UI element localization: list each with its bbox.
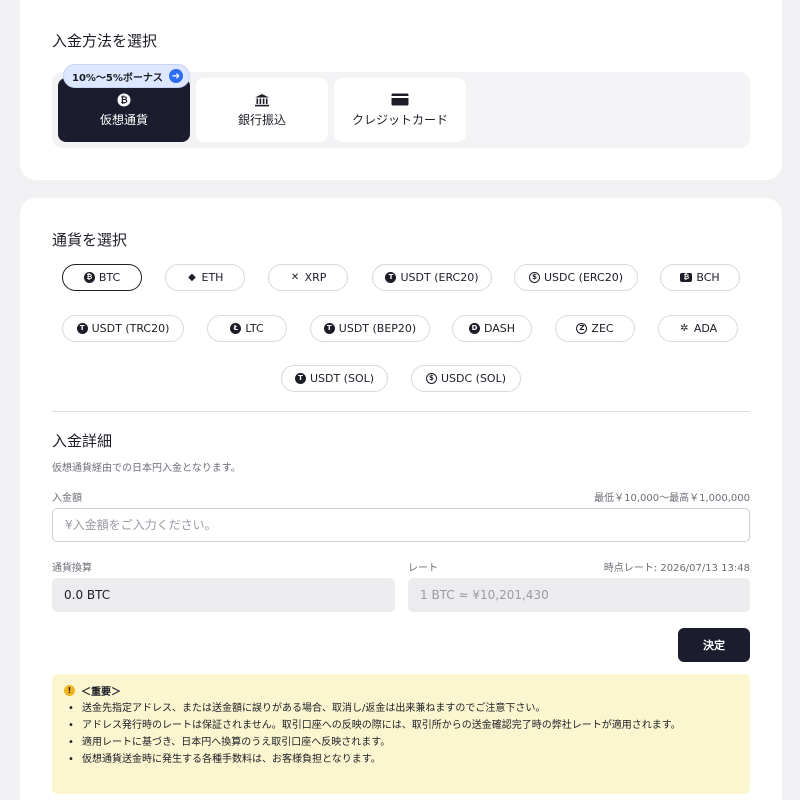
conversion-label: 通貨換算 (52, 563, 92, 574)
btc-icon: ₿ (83, 272, 95, 283)
eth-icon: ◆ (188, 271, 196, 283)
chip-label: USDT (ERC20) (400, 271, 479, 284)
arrow-right-icon: ➜ (168, 69, 183, 83)
details-title: 入金詳細 (52, 432, 113, 450)
currency-chip-ltc[interactable]: Ł LTC (207, 315, 287, 342)
method-bank-label: 銀行振込 (237, 112, 286, 127)
notice-item: 送金先指定アドレス、または送金額に誤りがある場合、取消し/返金は出来兼ねますので… (64, 701, 738, 717)
notice-list: 送金先指定アドレス、または送金額に誤りがある場合、取消し/返金は出来兼ねますので… (64, 701, 738, 768)
svg-text:₿: ₿ (120, 95, 127, 106)
chip-label: DASH (483, 322, 516, 335)
tether-icon: T (385, 272, 397, 283)
currency-chip-xrp[interactable]: ✕ XRP (268, 264, 348, 291)
notice-item: 仮想通貨送金時に発生する各種手数料は、お客様負担となります。 (64, 752, 738, 768)
amount-input[interactable] (52, 508, 750, 542)
usdc-icon: $ (425, 373, 437, 384)
currency-chip-usdt-trc20[interactable]: T USDT (TRC20) (62, 315, 184, 342)
credit-card-icon (391, 93, 409, 107)
important-notice: ! ＜重要＞ 送金先指定アドレス、または送金額に誤りがある場合、取消し/返金は出… (52, 674, 750, 794)
submit-button[interactable]: 決定 (678, 628, 750, 662)
currency-section-title: 通貨を選択 (52, 231, 128, 249)
section-divider (52, 411, 750, 412)
tether-icon: T (294, 373, 306, 384)
chip-label: USDC (SOL) (440, 372, 507, 385)
amount-label: 入金額 (52, 493, 82, 504)
notice-title: ＜重要＞ (81, 687, 121, 698)
notice-item: 適用レートに基づき、日本円へ換算のうえ取引口座へ反映されます。 (64, 735, 738, 751)
currency-chip-usdt-erc20[interactable]: T USDT (ERC20) (372, 264, 492, 291)
bank-icon (254, 93, 270, 107)
chip-label: ADA (693, 322, 718, 335)
chip-label: BCH (696, 271, 720, 284)
bch-icon: ₿ (680, 273, 693, 282)
method-card-label: クレジットカード (351, 112, 448, 127)
usdc-icon: $ (529, 272, 540, 283)
currency-chip-zec[interactable]: Z ZEC (555, 315, 635, 342)
chip-label: LTC (245, 322, 264, 335)
chip-label: XRP (304, 271, 327, 284)
currency-chip-usdc-erc20[interactable]: $ USDC (ERC20) (514, 264, 638, 291)
conversion-value: 0.0 BTC (52, 578, 395, 612)
currency-chip-eth[interactable]: ◆ ETH (165, 264, 245, 291)
details-description: 仮想通貨経由での日本円入金となります。 (52, 463, 241, 474)
tether-icon: T (76, 323, 88, 334)
conversion-value-text: 0.0 BTC (64, 588, 111, 602)
chip-label: USDT (BEP20) (338, 322, 417, 335)
rate-label: レート (408, 563, 438, 574)
method-credit-card[interactable]: クレジットカード (334, 78, 466, 142)
currency-chip-usdc-sol[interactable]: $ USDC (SOL) (411, 365, 521, 392)
method-crypto-label: 仮想通貨 (99, 112, 148, 127)
dash-icon: D (468, 323, 480, 334)
bonus-badge-label: 10%〜5%ボーナス (72, 72, 163, 84)
amount-limits: 最低￥10,000〜最高￥1,000,000 (594, 493, 750, 504)
notice-header: ! ＜重要＞ (64, 683, 738, 698)
warning-icon: ! (64, 685, 75, 696)
xrp-icon: ✕ (290, 271, 300, 283)
currency-chip-dash[interactable]: D DASH (452, 315, 532, 342)
chip-label: USDT (SOL) (309, 372, 375, 385)
bonus-badge[interactable]: 10%〜5%ボーナス ➜ (63, 64, 190, 88)
method-section-title: 入金方法を選択 (52, 32, 158, 50)
chip-label: ETH (201, 271, 224, 284)
rate-value-text: 1 BTC ≈ ¥10,201,430 (420, 588, 549, 602)
tether-icon: T (323, 323, 335, 334)
currency-chip-bch[interactable]: ₿ BCH (660, 264, 740, 291)
ltc-icon: Ł (230, 323, 242, 334)
chip-label: USDC (ERC20) (544, 271, 623, 284)
bitcoin-icon: ₿ (117, 93, 131, 107)
ada-icon: ✲ (680, 322, 689, 334)
currency-chip-usdt-sol[interactable]: T USDT (SOL) (281, 365, 388, 392)
currency-chip-btc[interactable]: ₿ BTC (62, 264, 142, 291)
zec-icon: Z (576, 323, 588, 334)
chip-label: USDT (TRC20) (91, 322, 170, 335)
chip-label: BTC (98, 271, 121, 284)
currency-chip-usdt-bep20[interactable]: T USDT (BEP20) (310, 315, 430, 342)
notice-item: アドレス発行時のレートは保証されません。取引口座への反映の際には、取引所からの送… (64, 718, 738, 734)
rate-value: 1 BTC ≈ ¥10,201,430 (408, 578, 750, 612)
rate-timestamp: 時点レート: 2026/07/13 13:48 (603, 563, 750, 574)
method-bank-transfer[interactable]: 銀行振込 (196, 78, 328, 142)
chip-label: ZEC (591, 322, 614, 335)
currency-chip-ada[interactable]: ✲ ADA (658, 315, 738, 342)
